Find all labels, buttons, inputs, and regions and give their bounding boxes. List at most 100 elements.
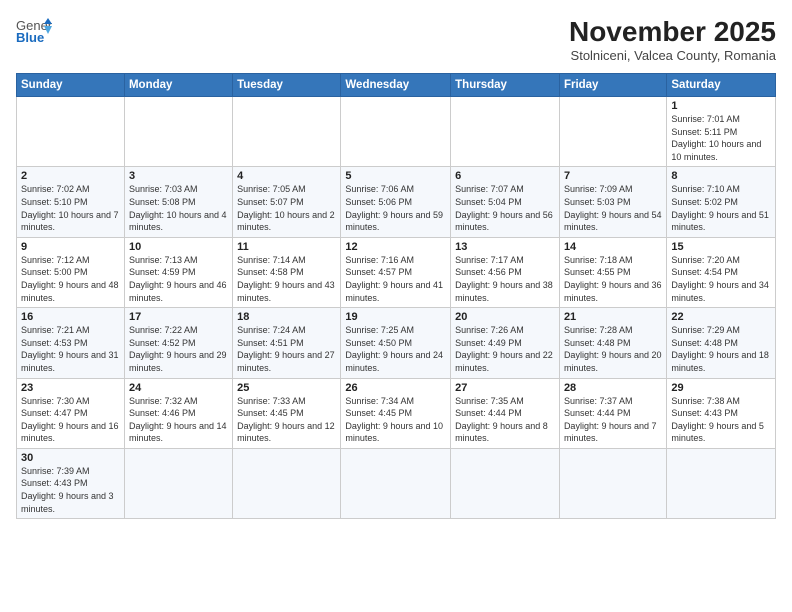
calendar-cell xyxy=(559,97,666,167)
calendar-cell: 9Sunrise: 7:12 AMSunset: 5:00 PMDaylight… xyxy=(17,237,125,307)
calendar-cell: 7Sunrise: 7:09 AMSunset: 5:03 PMDaylight… xyxy=(559,167,666,237)
day-info: Sunrise: 7:16 AMSunset: 4:57 PMDaylight:… xyxy=(345,254,446,304)
month-title: November 2025 xyxy=(569,16,776,48)
calendar-week-5: 23Sunrise: 7:30 AMSunset: 4:47 PMDayligh… xyxy=(17,378,776,448)
day-info: Sunrise: 7:21 AMSunset: 4:53 PMDaylight:… xyxy=(21,324,120,374)
calendar-cell: 18Sunrise: 7:24 AMSunset: 4:51 PMDayligh… xyxy=(233,308,341,378)
calendar-cell: 26Sunrise: 7:34 AMSunset: 4:45 PMDayligh… xyxy=(341,378,451,448)
calendar-cell xyxy=(17,97,125,167)
day-number: 20 xyxy=(455,311,555,323)
day-number: 5 xyxy=(345,170,446,182)
day-info: Sunrise: 7:09 AMSunset: 5:03 PMDaylight:… xyxy=(564,183,662,233)
calendar-cell: 22Sunrise: 7:29 AMSunset: 4:48 PMDayligh… xyxy=(667,308,776,378)
day-number: 15 xyxy=(671,241,771,253)
calendar-cell: 13Sunrise: 7:17 AMSunset: 4:56 PMDayligh… xyxy=(451,237,560,307)
day-number: 13 xyxy=(455,241,555,253)
calendar-cell: 16Sunrise: 7:21 AMSunset: 4:53 PMDayligh… xyxy=(17,308,125,378)
logo-icon: General Blue xyxy=(16,16,52,48)
day-info: Sunrise: 7:06 AMSunset: 5:06 PMDaylight:… xyxy=(345,183,446,233)
calendar-cell: 1Sunrise: 7:01 AMSunset: 5:11 PMDaylight… xyxy=(667,97,776,167)
day-info: Sunrise: 7:13 AMSunset: 4:59 PMDaylight:… xyxy=(129,254,228,304)
day-number: 16 xyxy=(21,311,120,323)
day-info: Sunrise: 7:33 AMSunset: 4:45 PMDaylight:… xyxy=(237,395,336,445)
calendar-cell xyxy=(124,448,232,518)
day-number: 30 xyxy=(21,452,120,464)
day-number: 22 xyxy=(671,311,771,323)
col-friday: Friday xyxy=(559,74,666,97)
day-number: 2 xyxy=(21,170,120,182)
calendar-cell: 3Sunrise: 7:03 AMSunset: 5:08 PMDaylight… xyxy=(124,167,232,237)
day-info: Sunrise: 7:32 AMSunset: 4:46 PMDaylight:… xyxy=(129,395,228,445)
calendar-cell: 19Sunrise: 7:25 AMSunset: 4:50 PMDayligh… xyxy=(341,308,451,378)
day-info: Sunrise: 7:34 AMSunset: 4:45 PMDaylight:… xyxy=(345,395,446,445)
day-number: 29 xyxy=(671,382,771,394)
day-number: 28 xyxy=(564,382,662,394)
calendar-cell xyxy=(233,448,341,518)
day-info: Sunrise: 7:17 AMSunset: 4:56 PMDaylight:… xyxy=(455,254,555,304)
day-info: Sunrise: 7:03 AMSunset: 5:08 PMDaylight:… xyxy=(129,183,228,233)
day-number: 26 xyxy=(345,382,446,394)
col-wednesday: Wednesday xyxy=(341,74,451,97)
title-block: November 2025 Stolniceni, Valcea County,… xyxy=(569,16,776,63)
col-saturday: Saturday xyxy=(667,74,776,97)
day-info: Sunrise: 7:10 AMSunset: 5:02 PMDaylight:… xyxy=(671,183,771,233)
calendar-cell: 12Sunrise: 7:16 AMSunset: 4:57 PMDayligh… xyxy=(341,237,451,307)
day-number: 11 xyxy=(237,241,336,253)
calendar-cell: 24Sunrise: 7:32 AMSunset: 4:46 PMDayligh… xyxy=(124,378,232,448)
calendar-header-row: Sunday Monday Tuesday Wednesday Thursday… xyxy=(17,74,776,97)
calendar-cell: 4Sunrise: 7:05 AMSunset: 5:07 PMDaylight… xyxy=(233,167,341,237)
calendar-cell: 28Sunrise: 7:37 AMSunset: 4:44 PMDayligh… xyxy=(559,378,666,448)
location-title: Stolniceni, Valcea County, Romania xyxy=(569,48,776,63)
day-info: Sunrise: 7:38 AMSunset: 4:43 PMDaylight:… xyxy=(671,395,771,445)
calendar-cell: 10Sunrise: 7:13 AMSunset: 4:59 PMDayligh… xyxy=(124,237,232,307)
day-number: 18 xyxy=(237,311,336,323)
day-number: 1 xyxy=(671,100,771,112)
calendar-cell xyxy=(341,97,451,167)
calendar-cell xyxy=(559,448,666,518)
calendar-cell: 11Sunrise: 7:14 AMSunset: 4:58 PMDayligh… xyxy=(233,237,341,307)
col-sunday: Sunday xyxy=(17,74,125,97)
day-number: 17 xyxy=(129,311,228,323)
calendar-cell xyxy=(124,97,232,167)
day-info: Sunrise: 7:28 AMSunset: 4:48 PMDaylight:… xyxy=(564,324,662,374)
calendar-cell xyxy=(451,448,560,518)
page: General Blue November 2025 Stolniceni, V… xyxy=(0,0,792,612)
calendar-table: Sunday Monday Tuesday Wednesday Thursday… xyxy=(16,73,776,519)
calendar-week-2: 2Sunrise: 7:02 AMSunset: 5:10 PMDaylight… xyxy=(17,167,776,237)
day-number: 19 xyxy=(345,311,446,323)
calendar-cell xyxy=(667,448,776,518)
calendar-cell: 21Sunrise: 7:28 AMSunset: 4:48 PMDayligh… xyxy=(559,308,666,378)
day-info: Sunrise: 7:02 AMSunset: 5:10 PMDaylight:… xyxy=(21,183,120,233)
day-number: 8 xyxy=(671,170,771,182)
svg-text:Blue: Blue xyxy=(16,30,44,45)
day-number: 24 xyxy=(129,382,228,394)
day-number: 21 xyxy=(564,311,662,323)
day-number: 3 xyxy=(129,170,228,182)
day-number: 27 xyxy=(455,382,555,394)
day-number: 25 xyxy=(237,382,336,394)
calendar-cell: 25Sunrise: 7:33 AMSunset: 4:45 PMDayligh… xyxy=(233,378,341,448)
calendar-cell: 8Sunrise: 7:10 AMSunset: 5:02 PMDaylight… xyxy=(667,167,776,237)
calendar-week-6: 30Sunrise: 7:39 AMSunset: 4:43 PMDayligh… xyxy=(17,448,776,518)
header: General Blue November 2025 Stolniceni, V… xyxy=(16,16,776,63)
day-info: Sunrise: 7:35 AMSunset: 4:44 PMDaylight:… xyxy=(455,395,555,445)
day-info: Sunrise: 7:05 AMSunset: 5:07 PMDaylight:… xyxy=(237,183,336,233)
col-thursday: Thursday xyxy=(451,74,560,97)
day-info: Sunrise: 7:26 AMSunset: 4:49 PMDaylight:… xyxy=(455,324,555,374)
day-number: 10 xyxy=(129,241,228,253)
calendar-cell xyxy=(341,448,451,518)
calendar-cell xyxy=(451,97,560,167)
calendar-cell: 14Sunrise: 7:18 AMSunset: 4:55 PMDayligh… xyxy=(559,237,666,307)
calendar-week-3: 9Sunrise: 7:12 AMSunset: 5:00 PMDaylight… xyxy=(17,237,776,307)
calendar-cell: 23Sunrise: 7:30 AMSunset: 4:47 PMDayligh… xyxy=(17,378,125,448)
day-number: 14 xyxy=(564,241,662,253)
calendar-cell: 15Sunrise: 7:20 AMSunset: 4:54 PMDayligh… xyxy=(667,237,776,307)
calendar-week-1: 1Sunrise: 7:01 AMSunset: 5:11 PMDaylight… xyxy=(17,97,776,167)
day-number: 9 xyxy=(21,241,120,253)
day-info: Sunrise: 7:18 AMSunset: 4:55 PMDaylight:… xyxy=(564,254,662,304)
calendar-cell: 6Sunrise: 7:07 AMSunset: 5:04 PMDaylight… xyxy=(451,167,560,237)
calendar-cell: 20Sunrise: 7:26 AMSunset: 4:49 PMDayligh… xyxy=(451,308,560,378)
calendar-cell: 5Sunrise: 7:06 AMSunset: 5:06 PMDaylight… xyxy=(341,167,451,237)
day-number: 6 xyxy=(455,170,555,182)
calendar-week-4: 16Sunrise: 7:21 AMSunset: 4:53 PMDayligh… xyxy=(17,308,776,378)
